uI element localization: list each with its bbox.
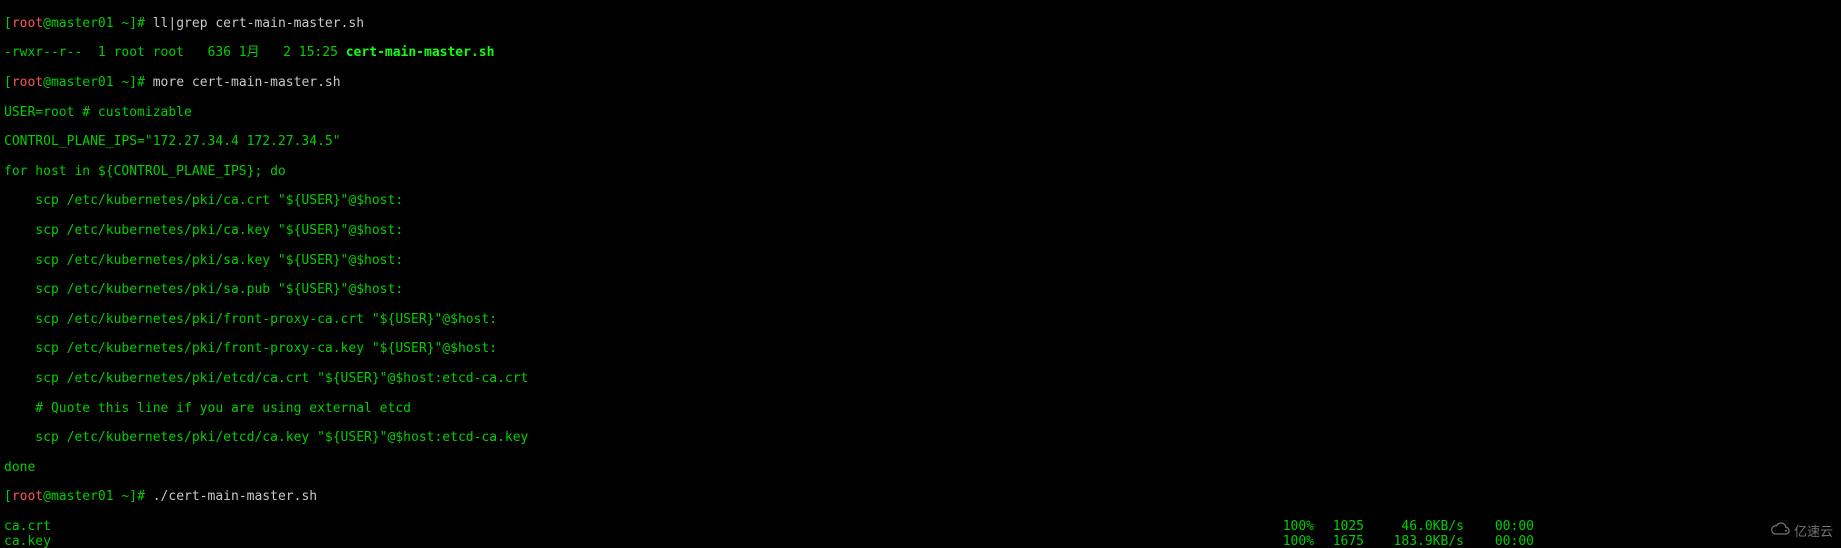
watermark-text: 亿速云 [1794, 521, 1833, 540]
script-line: done [4, 461, 1837, 476]
transfer-time: 00:00 [1464, 535, 1534, 548]
script-line: scp /etc/kubernetes/pki/ca.key "${USER}"… [4, 224, 1837, 239]
script-line: scp /etc/kubernetes/pki/front-proxy-ca.c… [4, 313, 1837, 328]
watermark: 亿速云 [1770, 519, 1833, 542]
transfer-speed: 46.0KB/s [1364, 520, 1464, 535]
script-line: scp /etc/kubernetes/pki/sa.key "${USER}"… [4, 254, 1837, 269]
ls-output: -rwxr--r-- 1 root root 636 1月 2 15:25 ce… [4, 46, 1837, 61]
script-line: CONTROL_PLANE_IPS="172.27.34.4 172.27.34… [4, 135, 1837, 150]
host: master01 [51, 16, 114, 31]
hash: # [137, 16, 153, 31]
transfer-size: 1675 [1314, 535, 1364, 548]
ls-filename: cert-main-master.sh [346, 45, 495, 60]
transfer-speed: 183.9KB/s [1364, 535, 1464, 548]
at: @ [43, 16, 51, 31]
cloud-icon [1770, 519, 1790, 542]
script-line: scp /etc/kubernetes/pki/etcd/ca.key "${U… [4, 431, 1837, 446]
transfer-percent: 100% [1260, 520, 1314, 535]
prompt-line-1: [root@master01 ~]# ll|grep cert-main-mas… [4, 17, 1837, 32]
prompt-line-3: [root@master01 ~]# ./cert-main-master.sh [4, 490, 1837, 505]
terminal[interactable]: [root@master01 ~]# ll|grep cert-main-mas… [0, 0, 1841, 548]
script-line: scp /etc/kubernetes/pki/sa.pub "${USER}"… [4, 283, 1837, 298]
bracket: ] [129, 16, 137, 31]
script-line: # Quote this line if you are using exter… [4, 402, 1837, 417]
command-ll: ll|grep cert-main-master.sh [153, 16, 364, 31]
script-line: USER=root # customizable [4, 106, 1837, 121]
bracket: [ [4, 16, 12, 31]
scp-transfer-list: ca.crt 100%102546.0KB/s00:00 ca.key 100%167… [4, 520, 1837, 548]
transfer-percent: 100% [1260, 535, 1314, 548]
transfer-size: 1025 [1314, 520, 1364, 535]
script-line: for host in ${CONTROL_PLANE_IPS}; do [4, 165, 1837, 180]
command-run: ./cert-main-master.sh [153, 489, 317, 504]
prompt-line-2: [root@master01 ~]# more cert-main-master… [4, 76, 1837, 91]
transfer-filename: ca.key [4, 535, 51, 548]
transfer-filename: ca.crt [4, 520, 51, 535]
script-line: scp /etc/kubernetes/pki/ca.crt "${USER}"… [4, 194, 1837, 209]
scp-transfer-row: ca.crt 100%102546.0KB/s00:00 [4, 520, 1534, 535]
transfer-time: 00:00 [1464, 520, 1534, 535]
path: ~ [114, 16, 130, 31]
ls-attrs: -rwxr--r-- 1 root root 636 1月 2 15:25 [4, 45, 346, 60]
command-more: more cert-main-master.sh [153, 75, 341, 90]
user: root [12, 16, 43, 31]
scp-transfer-row: ca.key 100%1675183.9KB/s00:00 [4, 535, 1534, 548]
script-line: scp /etc/kubernetes/pki/front-proxy-ca.k… [4, 342, 1837, 357]
script-line: scp /etc/kubernetes/pki/etcd/ca.crt "${U… [4, 372, 1837, 387]
